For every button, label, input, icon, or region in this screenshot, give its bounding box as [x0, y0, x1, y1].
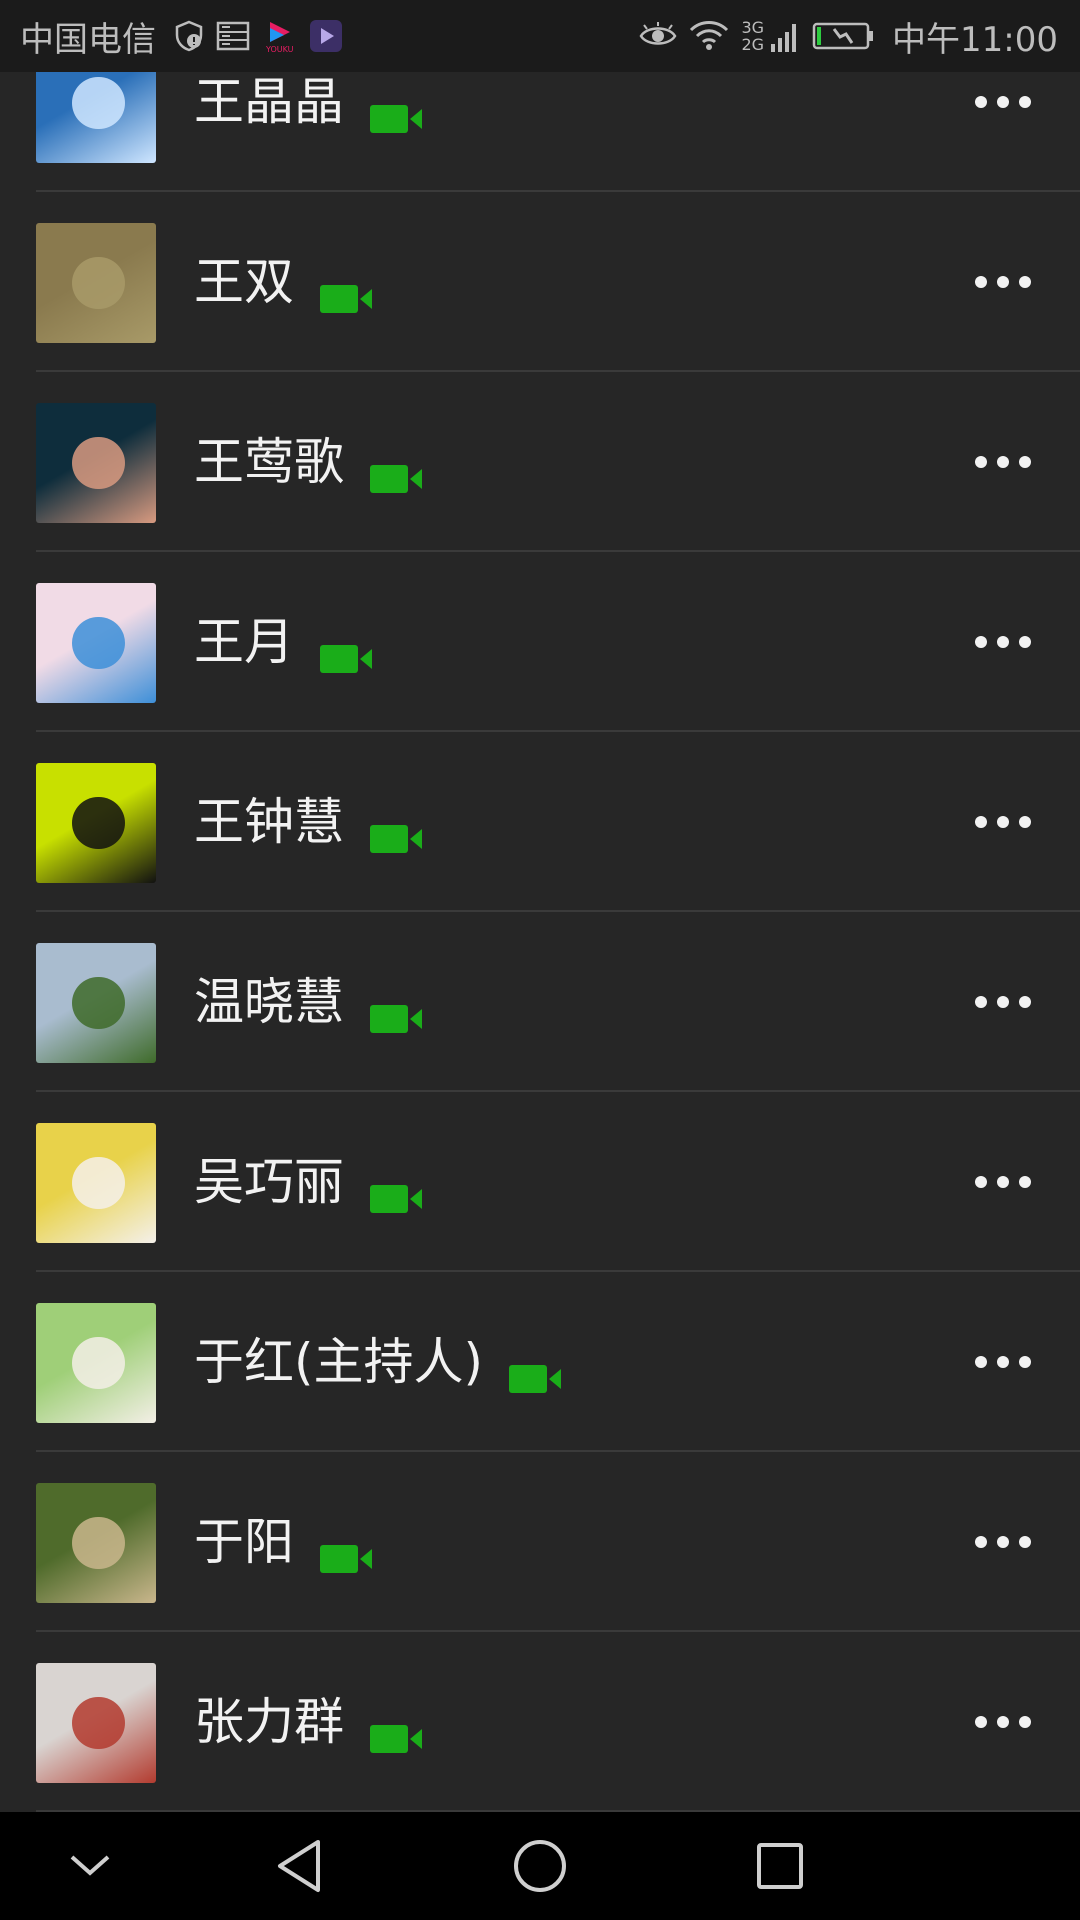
svg-text:YOUKU: YOUKU [265, 45, 294, 54]
video-camera-icon [318, 1526, 374, 1573]
participant-name-row: 王双 [194, 250, 374, 314]
avatar-figure [72, 76, 125, 130]
participant-row[interactable]: 王双 [0, 192, 1080, 372]
avatar-figure [72, 976, 125, 1030]
recents-icon[interactable] [748, 1834, 812, 1898]
participant-row[interactable]: 王月 [0, 552, 1080, 732]
more-icon [975, 816, 1031, 828]
participant-name: 吴巧丽 [194, 1153, 344, 1211]
participant-name: 张力群 [194, 1693, 344, 1751]
participant-name-row: 吴巧丽 [194, 1150, 424, 1214]
more-icon [975, 456, 1031, 468]
costume-woman-avatar[interactable] [36, 1663, 156, 1783]
more-options-button[interactable] [970, 972, 1036, 1032]
avatar-figure [72, 616, 125, 670]
more-options-button[interactable] [970, 1152, 1036, 1212]
network-type-label: 3G 2G [741, 18, 765, 54]
participant-name-row: 温晓慧 [194, 970, 424, 1034]
sunflower-field-avatar[interactable] [36, 943, 156, 1063]
woman-white-dress-avatar[interactable] [36, 1303, 156, 1423]
participant-name-row: 于红(主持人) [194, 1330, 563, 1394]
more-icon [975, 1716, 1031, 1728]
doraemon-avatar[interactable] [36, 583, 156, 703]
participant-name-row: 王钟慧 [194, 790, 424, 854]
avatar-figure [72, 1156, 125, 1210]
more-icon [975, 1176, 1031, 1188]
video-camera-icon [507, 1346, 563, 1393]
back-icon[interactable] [268, 1834, 332, 1898]
video-camera-icon [368, 86, 424, 133]
carrier-label: 中国电信 [20, 19, 156, 60]
more-icon [975, 636, 1031, 648]
eye-icon [639, 22, 677, 50]
status-bar: 中国电信 YOUKU 3G 2G 中午11:00 [0, 0, 1080, 72]
more-options-button[interactable] [970, 792, 1036, 852]
youku-app-icon: YOUKU [262, 18, 298, 54]
participant-name-row: 王莺歌 [194, 430, 424, 494]
video-camera-icon [368, 806, 424, 853]
more-icon [975, 996, 1031, 1008]
participant-row[interactable]: 王莺歌 [0, 372, 1080, 552]
kitten-flower-avatar[interactable] [36, 1123, 156, 1243]
navigation-bar [0, 1812, 1080, 1920]
participant-name: 王晶晶 [194, 73, 344, 131]
more-options-button[interactable] [970, 432, 1036, 492]
more-icon [975, 96, 1031, 108]
video-player-app-icon [310, 20, 342, 52]
more-options-button[interactable] [970, 1512, 1036, 1572]
participant-row[interactable]: 于红(主持人) [0, 1272, 1080, 1452]
participant-row[interactable]: 王钟慧 [0, 732, 1080, 912]
participant-row[interactable]: 张力群 [0, 1632, 1080, 1812]
video-camera-icon [368, 986, 424, 1033]
video-camera-icon [318, 626, 374, 673]
more-icon [975, 1536, 1031, 1548]
participant-name-row: 王晶晶 [194, 70, 424, 134]
home-icon[interactable] [508, 1834, 572, 1898]
participant-name: 于红(主持人) [194, 1333, 484, 1391]
clock: 中午11:00 [892, 19, 1058, 60]
participant-row[interactable]: 于阳 [0, 1452, 1080, 1632]
participant-name: 温晓慧 [194, 973, 344, 1031]
video-camera-icon [318, 266, 374, 313]
more-options-button[interactable] [970, 1332, 1036, 1392]
more-icon [975, 1356, 1031, 1368]
signal-icon [770, 20, 800, 52]
tree-street-avatar[interactable] [36, 1483, 156, 1603]
avatar-figure [72, 1336, 125, 1390]
video-camera-icon [368, 1166, 424, 1213]
participant-row[interactable]: 吴巧丽 [0, 1092, 1080, 1272]
grass-shadow-avatar[interactable] [36, 223, 156, 343]
video-camera-icon [368, 446, 424, 493]
participant-name: 王月 [194, 613, 294, 671]
more-options-button[interactable] [970, 252, 1036, 312]
participant-name-row: 王月 [194, 610, 374, 674]
participant-name: 于阳 [194, 1513, 294, 1571]
battery-charging-icon [812, 21, 874, 51]
shield-check-icon [174, 20, 204, 52]
wifi-icon [689, 20, 729, 52]
participant-name-row: 张力群 [194, 1690, 424, 1754]
screen: 王晶晶王双王莺歌王月王钟慧温晓慧吴巧丽于红(主持人) 于阳张力群 中国电信 YOU… [0, 0, 1080, 1920]
participant-name: 王双 [194, 253, 294, 311]
participant-name: 王钟慧 [194, 793, 344, 851]
participant-name-row: 于阳 [194, 1510, 374, 1574]
fingers-hat-avatar[interactable] [36, 403, 156, 523]
avatar-figure [72, 1696, 125, 1750]
more-icon [975, 276, 1031, 288]
avatar-figure [72, 1516, 125, 1570]
more-options-button[interactable] [970, 1692, 1036, 1752]
storage-icon [216, 21, 250, 51]
participant-name: 王莺歌 [194, 433, 344, 491]
avatar-figure [72, 436, 125, 490]
more-options-button[interactable] [970, 72, 1036, 132]
avatar-figure [72, 796, 125, 850]
avatar-figure [72, 256, 125, 310]
more-options-button[interactable] [970, 612, 1036, 672]
participant-row[interactable]: 温晓慧 [0, 912, 1080, 1092]
video-camera-icon [368, 1706, 424, 1753]
collapse-down-icon[interactable] [58, 1834, 122, 1898]
cartoon-girl-avatar[interactable] [36, 763, 156, 883]
